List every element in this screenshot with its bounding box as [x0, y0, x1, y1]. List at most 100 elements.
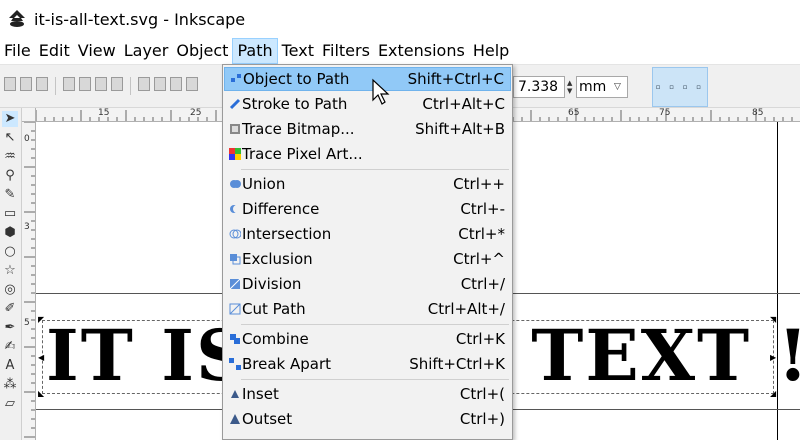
- inkscape-logo-icon: [6, 8, 28, 30]
- ruler-ticks: [24, 122, 35, 438]
- menu-path[interactable]: Path: [232, 38, 278, 64]
- object-to-path-icon: [229, 72, 243, 86]
- vertical-ruler[interactable]: 0 3 5: [22, 122, 36, 440]
- menu-item-combine[interactable]: Combine Ctrl+K: [224, 327, 511, 351]
- calligraphy-tool-icon[interactable]: ✍: [2, 339, 18, 355]
- move-gradients-icon[interactable]: ▫: [683, 83, 691, 91]
- menu-item-division[interactable]: Division Ctrl+/: [224, 272, 511, 296]
- pen-tool-icon[interactable]: ✒: [2, 320, 18, 336]
- menu-item-label: Trace Pixel Art...: [242, 145, 363, 163]
- menu-item-label: Exclusion: [242, 250, 313, 268]
- 3d-box-tool-icon[interactable]: ⬢: [2, 225, 18, 241]
- select-all-layers-icon[interactable]: [20, 77, 32, 91]
- dimension-input[interactable]: 7.338: [513, 76, 565, 98]
- ellipse-tool-icon[interactable]: ○: [2, 244, 18, 260]
- ruler-label: 85: [752, 108, 764, 118]
- menu-item-label: Difference: [242, 200, 320, 218]
- deselect-icon[interactable]: [36, 77, 48, 91]
- resize-handle[interactable]: ◀: [38, 354, 45, 362]
- trace-bitmap-icon: [228, 122, 242, 136]
- move-patterns-icon[interactable]: ▫: [696, 83, 704, 91]
- flip-horizontal-icon[interactable]: [95, 77, 107, 91]
- menu-separator: [241, 169, 509, 170]
- transform-toggle-group: ▫ ▫ ▫ ▫: [652, 67, 708, 107]
- menu-item-shortcut: Ctrl+(: [459, 385, 505, 403]
- division-icon: [228, 277, 242, 291]
- spray-tool-icon[interactable]: ⁂: [2, 377, 18, 393]
- menu-item-shortcut: Ctrl+*: [458, 225, 505, 243]
- menu-item-shortcut: Ctrl++: [453, 175, 505, 193]
- scale-corners-icon[interactable]: ▫: [669, 83, 677, 91]
- menu-item-label: Intersection: [242, 225, 332, 243]
- resize-handle[interactable]: ◥: [770, 316, 777, 324]
- menu-object[interactable]: Object: [172, 38, 232, 64]
- menu-item-stroke-to-path[interactable]: Stroke to Path Ctrl+Alt+C: [224, 92, 511, 116]
- menu-item-label: Cut Path: [242, 300, 306, 318]
- menu-item-intersection[interactable]: Intersection Ctrl+*: [224, 222, 511, 246]
- resize-handle[interactable]: ▶: [770, 354, 777, 362]
- toolbar-icons: [4, 77, 198, 95]
- menu-item-label: Inset: [242, 385, 279, 403]
- menu-edit[interactable]: Edit: [35, 38, 74, 64]
- menu-item-shortcut: Ctrl+Alt+C: [422, 95, 505, 113]
- combine-icon: [228, 332, 242, 346]
- menu-item-union[interactable]: Union Ctrl++: [224, 172, 511, 196]
- unit-select[interactable]: mm ▽: [576, 76, 628, 98]
- menu-item-trace-bitmap[interactable]: Trace Bitmap... Shift+Alt+B: [224, 117, 511, 141]
- unit-select-value: mm: [579, 79, 607, 95]
- menu-text[interactable]: Text: [278, 38, 318, 64]
- scale-stroke-icon[interactable]: ▫: [656, 83, 664, 91]
- spin-arrows-icon[interactable]: ▲ ▼: [567, 76, 575, 98]
- menu-separator: [241, 379, 509, 380]
- flip-vertical-icon[interactable]: [111, 77, 123, 91]
- resize-handle[interactable]: ◢: [770, 390, 777, 398]
- raise-to-top-icon[interactable]: [138, 77, 150, 91]
- menu-help[interactable]: Help: [469, 38, 513, 64]
- menu-item-label: Union: [242, 175, 286, 193]
- raise-icon[interactable]: [154, 77, 166, 91]
- ruler-label: 3: [24, 222, 30, 232]
- measure-tool-icon[interactable]: ✎: [2, 187, 18, 203]
- menu-item-object-to-path[interactable]: Object to Path Shift+Ctrl+C: [224, 67, 511, 91]
- rotate-cw-icon[interactable]: [79, 77, 91, 91]
- menu-item-label: Trace Bitmap...: [242, 120, 355, 138]
- menu-separator: [241, 324, 509, 325]
- select-all-icon[interactable]: [4, 77, 16, 91]
- rotate-ccw-icon[interactable]: [63, 77, 75, 91]
- node-tool-icon[interactable]: ↖: [2, 130, 18, 146]
- zoom-tool-icon[interactable]: ⚲: [2, 168, 18, 184]
- menu-extensions[interactable]: Extensions: [374, 38, 469, 64]
- menu-item-break-apart[interactable]: Break Apart Shift+Ctrl+K: [224, 352, 511, 376]
- menu-item-label: Break Apart: [242, 355, 332, 373]
- eraser-tool-icon[interactable]: ▱: [2, 396, 18, 412]
- menu-item-trace-pixel-art[interactable]: Trace Pixel Art...: [224, 142, 511, 166]
- menu-item-inset[interactable]: Inset Ctrl+(: [224, 382, 511, 406]
- menu-view[interactable]: View: [74, 38, 120, 64]
- intersection-icon: [228, 227, 242, 241]
- menu-item-shortcut: Ctrl+-: [460, 200, 505, 218]
- lower-to-bottom-icon[interactable]: [186, 77, 198, 91]
- star-tool-icon[interactable]: ☆: [2, 263, 18, 279]
- lower-icon[interactable]: [170, 77, 182, 91]
- selector-tool-icon[interactable]: ➤: [2, 111, 18, 127]
- break-apart-icon: [228, 357, 242, 371]
- menu-filters[interactable]: Filters: [318, 38, 374, 64]
- menu-item-shortcut: Ctrl+Alt+/: [427, 300, 505, 318]
- menu-layer[interactable]: Layer: [120, 38, 173, 64]
- rectangle-tool-icon[interactable]: ▭: [2, 206, 18, 222]
- text-tool-icon[interactable]: A: [2, 358, 18, 374]
- menu-file[interactable]: File: [0, 38, 35, 64]
- menu-item-exclusion[interactable]: Exclusion Ctrl+^: [224, 247, 511, 271]
- ruler-corner: [22, 108, 36, 122]
- menu-item-difference[interactable]: Difference Ctrl+-: [224, 197, 511, 221]
- path-menu-dropdown: Object to Path Shift+Ctrl+C Stroke to Pa…: [222, 64, 513, 440]
- menu-item-shortcut: Ctrl+/: [460, 275, 505, 293]
- spiral-tool-icon[interactable]: ◎: [2, 282, 18, 298]
- menu-item-cut-path[interactable]: Cut Path Ctrl+Alt+/: [224, 297, 511, 321]
- menu-item-outset[interactable]: Outset Ctrl+): [224, 407, 511, 431]
- resize-handle[interactable]: ◤: [38, 316, 45, 324]
- resize-handle[interactable]: ◣: [38, 390, 45, 398]
- tweak-tool-icon[interactable]: ♒: [2, 149, 18, 165]
- ruler-label: 15: [98, 108, 110, 118]
- pencil-tool-icon[interactable]: ✐: [2, 301, 18, 317]
